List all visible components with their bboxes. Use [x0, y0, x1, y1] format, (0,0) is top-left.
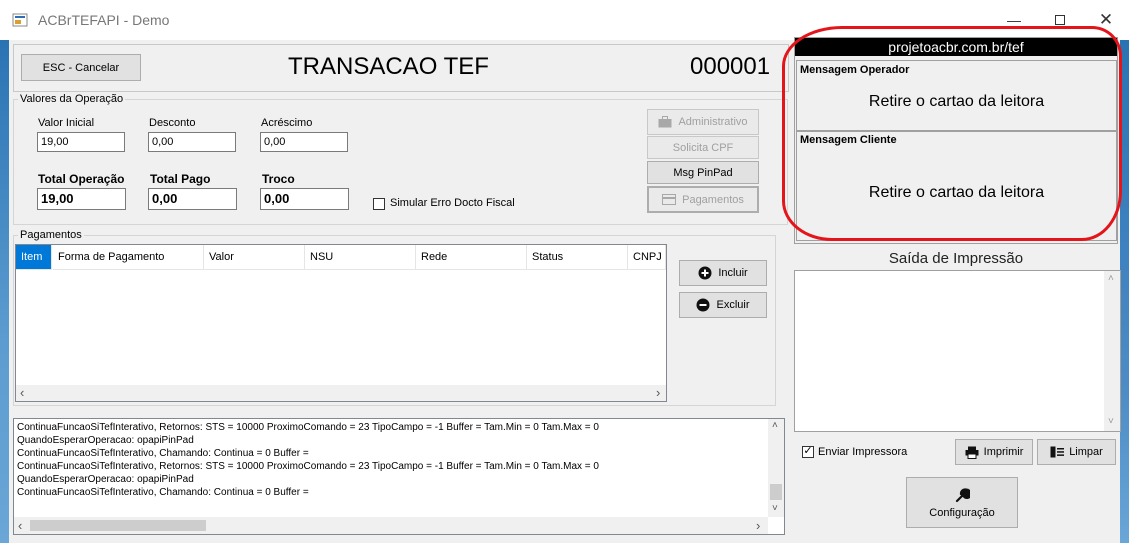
- total-operacao-label: Total Operação: [38, 172, 125, 186]
- maximize-button[interactable]: [1037, 0, 1083, 40]
- transaction-number: 000001: [690, 53, 771, 80]
- administrativo-label: Administrativo: [678, 116, 748, 128]
- printer-icon: [965, 446, 979, 459]
- minimize-button[interactable]: —: [991, 0, 1037, 40]
- saida-vertical-scrollbar[interactable]: ˄ ˅: [1104, 271, 1120, 431]
- maximize-icon: [1055, 15, 1065, 25]
- mensagem-operador-text: Retire o cartao da leitora: [868, 93, 1045, 110]
- scroll-left-arrow-icon[interactable]: ‹: [20, 385, 24, 400]
- desconto-input[interactable]: 0,00: [148, 132, 236, 152]
- acrescimo-input[interactable]: 0,00: [260, 132, 348, 152]
- column-header-forma-pagamento[interactable]: Forma de Pagamento: [53, 245, 204, 270]
- column-header-item[interactable]: Item: [16, 245, 52, 270]
- incluir-button[interactable]: Incluir: [679, 260, 767, 286]
- configuracao-label: Configuração: [929, 506, 995, 519]
- log-memo[interactable]: ContinuaFuncaoSiTefInterativo, Retornos:…: [13, 418, 785, 535]
- troco-input[interactable]: 0,00: [260, 188, 349, 210]
- acrescimo-label: Acréscimo: [261, 117, 313, 129]
- grid-horizontal-scrollbar[interactable]: ‹ ›: [16, 385, 666, 401]
- solicita-cpf-button[interactable]: Solicita CPF: [647, 136, 759, 159]
- enviar-impressora-checkbox[interactable]: ✓: [802, 446, 814, 458]
- mensagem-cliente-text: Retire o cartao da leitora: [868, 184, 1045, 201]
- log-line: QuandoEsperarOperacao: opapiPinPad: [17, 474, 194, 485]
- valor-inicial-input[interactable]: 19,00: [37, 132, 125, 152]
- scroll-up-arrow-icon[interactable]: ˄: [772, 420, 778, 431]
- log-horizontal-scrollbar[interactable]: ‹ ›: [14, 517, 768, 534]
- valores-group-label: Valores da Operação: [18, 93, 126, 105]
- minus-circle-icon: [696, 298, 710, 312]
- column-header-status[interactable]: Status: [527, 245, 628, 270]
- log-vscroll-thumb[interactable]: [770, 484, 782, 500]
- limpar-button[interactable]: Limpar: [1037, 439, 1116, 465]
- column-header-nsu[interactable]: NSU: [305, 245, 416, 270]
- scroll-right-arrow-icon[interactable]: ›: [656, 385, 660, 400]
- mensagem-operador-label: Mensagem Operador: [800, 64, 910, 76]
- log-scroll-left-icon[interactable]: ‹: [18, 518, 22, 533]
- desconto-label: Desconto: [149, 117, 196, 129]
- log-line: ContinuaFuncaoSiTefInterativo, Retornos:…: [17, 461, 599, 472]
- desktop-background-right: [1120, 40, 1129, 543]
- card-icon: [662, 194, 677, 205]
- briefcase-icon: [658, 116, 672, 128]
- troco-label: Troco: [262, 172, 295, 186]
- msg-pinpad-button[interactable]: Msg PinPad: [647, 161, 759, 184]
- close-icon: ✕: [1098, 10, 1114, 29]
- log-line: ContinuaFuncaoSiTefInterativo, Retornos:…: [17, 422, 599, 433]
- log-line: ContinuaFuncaoSiTefInterativo, Chamando:…: [17, 448, 309, 459]
- saida-scroll-up-icon[interactable]: ˄: [1108, 273, 1114, 284]
- imprimir-button[interactable]: Imprimir: [955, 439, 1033, 465]
- mensagem-cliente-label: Mensagem Cliente: [800, 134, 897, 146]
- excluir-label: Excluir: [716, 299, 750, 311]
- close-button[interactable]: ✕: [1083, 0, 1129, 40]
- wrench-icon: [955, 487, 970, 502]
- imprimir-label: Imprimir: [983, 446, 1024, 458]
- limpar-label: Limpar: [1069, 446, 1103, 458]
- scroll-down-arrow-icon[interactable]: ˅: [772, 503, 778, 514]
- excluir-button[interactable]: Excluir: [679, 292, 767, 318]
- incluir-label: Incluir: [718, 267, 748, 279]
- saida-scroll-down-icon[interactable]: ˅: [1108, 416, 1114, 427]
- log-hscroll-thumb[interactable]: [30, 520, 206, 531]
- simular-erro-checkbox[interactable]: [373, 198, 385, 210]
- administrativo-button[interactable]: Administrativo: [647, 109, 759, 135]
- valor-inicial-label: Valor Inicial: [38, 117, 95, 129]
- column-header-valor[interactable]: Valor: [204, 245, 305, 270]
- saida-impressao-memo[interactable]: ˄ ˅: [794, 270, 1121, 432]
- saida-impressao-label: Saída de Impressão: [888, 250, 1024, 267]
- configuracao-button[interactable]: Configuração: [906, 477, 1018, 528]
- log-line: QuandoEsperarOperacao: opapiPinPad: [17, 435, 194, 446]
- projeto-acbr-banner[interactable]: projetoacbr.com.br/tef: [795, 38, 1117, 56]
- pagamentos-button[interactable]: Pagamentos: [647, 186, 759, 213]
- column-header-cnpj[interactable]: CNPJ C: [628, 245, 666, 270]
- pagamentos-grid[interactable]: Item Forma de Pagamento Valor NSU Rede S…: [15, 244, 667, 402]
- app-icon: [12, 12, 28, 28]
- eraser-icon: [1050, 446, 1065, 458]
- total-operacao-input[interactable]: 19,00: [37, 188, 126, 210]
- esc-cancelar-button[interactable]: ESC - Cancelar: [21, 54, 141, 81]
- window-title: ACBrTEFAPI - Demo: [38, 12, 170, 28]
- pagamentos-group-label: Pagamentos: [18, 229, 84, 241]
- transaction-title: TRANSACAO TEF: [288, 53, 489, 80]
- total-pago-label: Total Pago: [150, 172, 211, 186]
- plus-circle-icon: [698, 266, 712, 280]
- desktop-background-left: [0, 40, 9, 543]
- simular-erro-label: Simular Erro Docto Fiscal: [390, 197, 515, 209]
- enviar-impressora-label: Enviar Impressora: [818, 446, 908, 458]
- column-header-rede[interactable]: Rede: [416, 245, 527, 270]
- pagamentos-label: Pagamentos: [682, 193, 744, 206]
- minimize-icon: —: [1007, 12, 1021, 28]
- log-scroll-right-icon[interactable]: ›: [756, 518, 760, 533]
- total-pago-input[interactable]: 0,00: [148, 188, 237, 210]
- log-line: ContinuaFuncaoSiTefInterativo, Chamando:…: [17, 487, 309, 498]
- log-vertical-scrollbar[interactable]: ˄ ˅: [768, 419, 784, 517]
